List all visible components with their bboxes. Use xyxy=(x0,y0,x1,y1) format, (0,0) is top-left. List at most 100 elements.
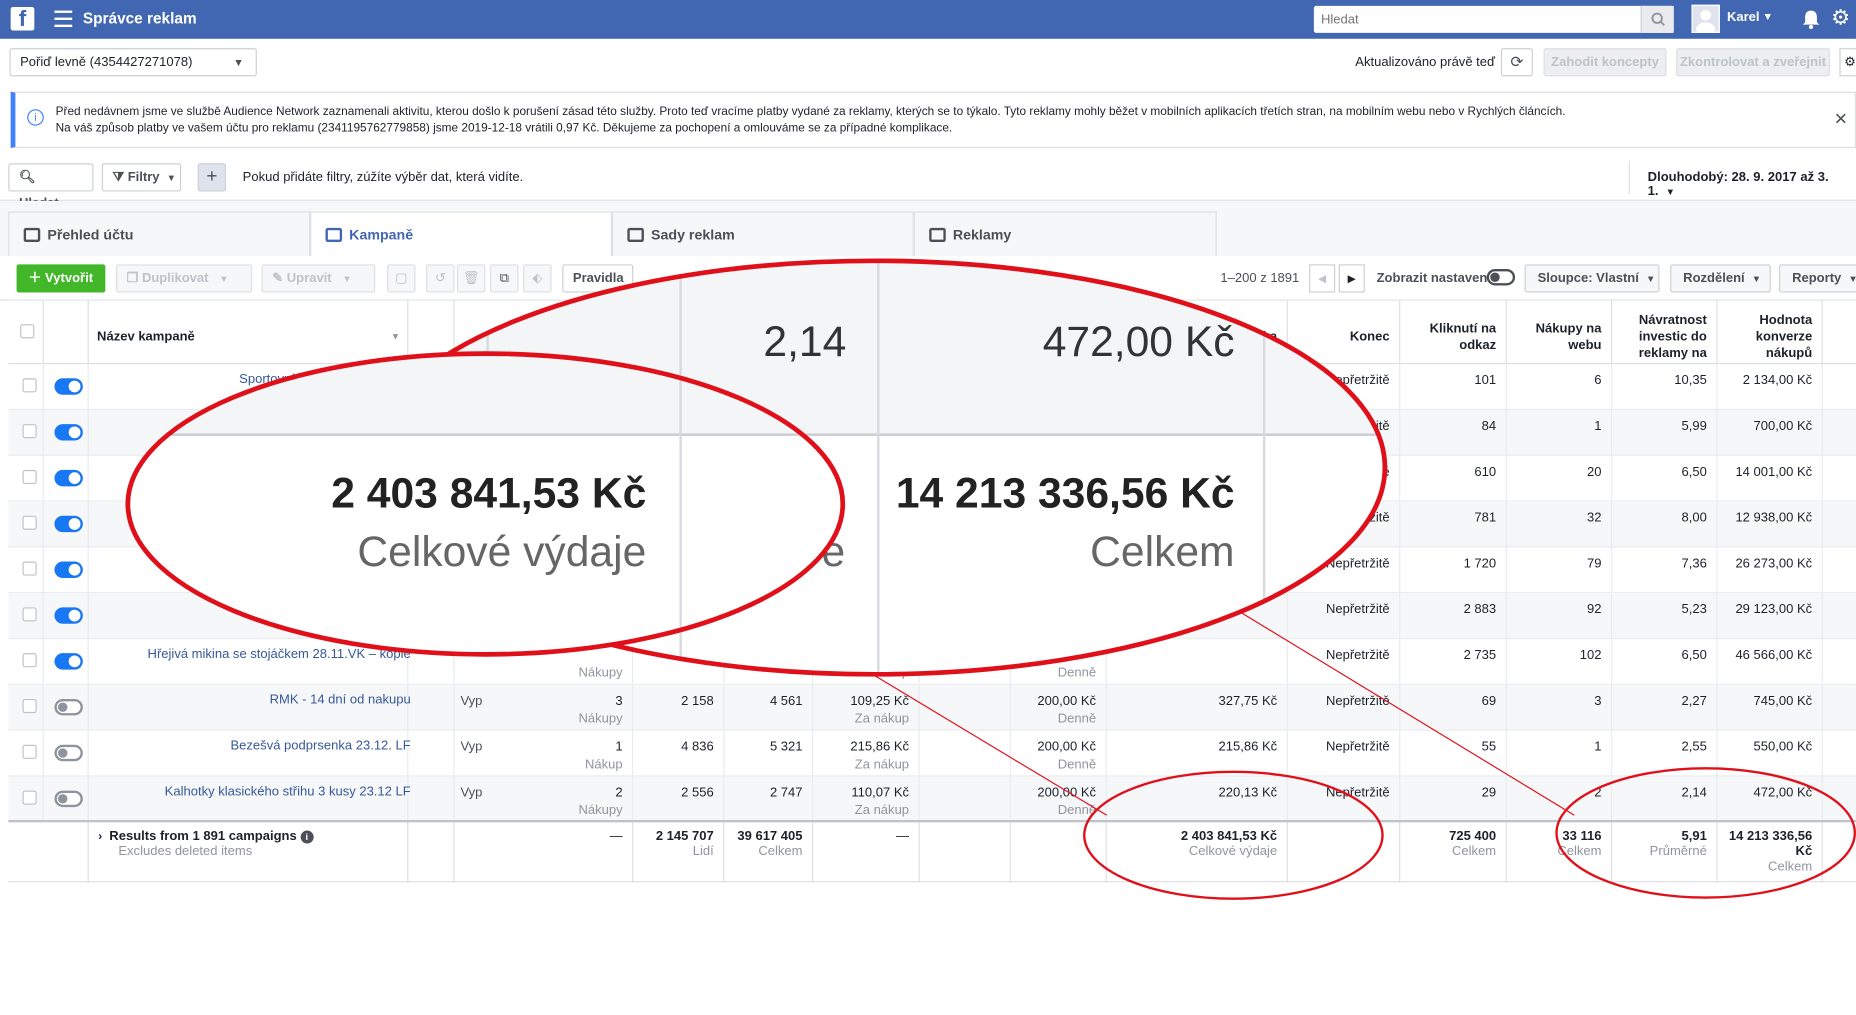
cell-spent: 220,13 Kč xyxy=(1107,776,1288,823)
campaign-name-link[interactable]: Sportovní podprsenka 2.1. LF xyxy=(97,371,411,389)
column-header-4[interactable] xyxy=(724,300,814,365)
campaign-toggle[interactable] xyxy=(54,790,83,808)
row-checkbox[interactable] xyxy=(22,424,37,439)
table-row[interactable]: RM Nepřetržitě 781 32 8,00 12 938,00 Kč xyxy=(8,501,1856,548)
table-row[interactable]: Kalhotky klasického střihu 3 kusy 23.12 … xyxy=(8,776,1856,823)
campaign-toggle[interactable] xyxy=(54,469,83,487)
trash-icon[interactable]: 🗑︎ xyxy=(456,264,486,293)
tab-campaigns[interactable]: Kampaně xyxy=(310,211,612,257)
campaign-toggle[interactable] xyxy=(54,515,83,533)
table-row[interactable]: Nosící mikina Nepřetržitě 84 1 5,99 700,00 Kč xyxy=(8,409,1856,456)
chevron-right-icon[interactable]: › xyxy=(98,831,102,844)
global-search-input[interactable] xyxy=(1313,5,1641,33)
campaign-name-link[interactable]: Kalhotky klasického střihu 3 kusy 23.12 … xyxy=(97,784,411,802)
row-checkbox[interactable] xyxy=(22,469,37,485)
settings-icon[interactable]: ⚙ xyxy=(1839,48,1856,77)
cell-spent: 327,75 Kč xyxy=(1107,684,1288,731)
column-header-3[interactable] xyxy=(633,300,725,365)
table-row[interactable]: Bezešvá podprsenka 23.12. LF Vyp 1 Nákup 4 8… xyxy=(8,730,1856,777)
table-row[interactable]: RMK - 14 dní od nakupu Vyp 3 Nákupy 2 158 4 5… xyxy=(8,684,1856,731)
column-header-1[interactable] xyxy=(408,300,455,365)
user-name[interactable]: Karel xyxy=(1727,11,1760,25)
campaign-toggle[interactable] xyxy=(54,607,83,624)
table-row[interactable]: Sportovní podprsenka 2.1. LF Nepřetržitě 1… xyxy=(8,364,1856,410)
gear-icon[interactable]: ⚙ xyxy=(1831,6,1850,31)
table-row[interactable]: Bezešvá podprsenka Nepřetržitě 2 883 92 5,23… xyxy=(8,593,1856,640)
column-header-clicks[interactable]: Kliknutí na odkaz xyxy=(1400,300,1507,365)
campaign-toggle[interactable] xyxy=(54,378,83,395)
account-select[interactable]: Pořiď levně (4354427271078) ▼ xyxy=(9,48,257,77)
rules-button[interactable]: Pravidla xyxy=(562,264,634,293)
tag-icon[interactable]: ⬖ xyxy=(523,264,552,293)
totals-spent: 2 403 841,53 Kč Celkové výdaje xyxy=(1107,822,1288,883)
discard-drafts-button[interactable]: Zahodit koncepty xyxy=(1543,48,1667,77)
row-checkbox[interactable] xyxy=(22,744,37,759)
totals-label-cell[interactable]: › Results from 1 891 campaigns i Excludes… xyxy=(89,822,409,883)
column-header-conversion-value[interactable]: Hodnota konverze nákupů xyxy=(1718,300,1823,365)
reports-button[interactable]: Reporty▼ xyxy=(1779,264,1856,293)
column-header-end[interactable]: Konec xyxy=(1288,300,1401,365)
undo-icon[interactable]: ↺ xyxy=(426,264,455,293)
column-header-5[interactable] xyxy=(813,300,920,365)
column-header-2[interactable] xyxy=(455,300,634,365)
close-icon[interactable]: ✕ xyxy=(1834,109,1848,129)
filters-button[interactable]: ⧩ Filtry ▼ xyxy=(101,163,182,192)
column-header-7[interactable] xyxy=(1011,300,1107,365)
campaign-name-link[interactable]: SEX xyxy=(97,463,411,481)
avatar[interactable] xyxy=(1691,4,1720,37)
facebook-logo-icon[interactable]: f xyxy=(10,7,35,32)
campaign-toggle[interactable] xyxy=(54,744,83,762)
row-checkbox[interactable] xyxy=(22,790,37,805)
tab-ad-sets[interactable]: Sady reklam xyxy=(611,211,914,257)
tab-account-overview[interactable]: Přehled účtu xyxy=(8,211,311,257)
columns-button[interactable]: Sloupce: Vlastní ▼ xyxy=(1524,264,1660,293)
table-row[interactable]: SEX Nepřetržitě 610 20 6,50 14 001,00 Kč xyxy=(8,455,1856,502)
column-header-roas[interactable]: Návratnost investic do reklamy na xyxy=(1612,300,1718,365)
column-header-name[interactable]: Název kampaně ▼ xyxy=(89,300,409,365)
refresh-button[interactable]: ⟳ xyxy=(1500,48,1533,77)
campaign-toggle[interactable] xyxy=(54,653,83,670)
clipboard-icon[interactable]: ▢ xyxy=(387,264,416,293)
cell-value: 4 561 xyxy=(769,694,803,709)
edit-button[interactable]: ✎ Upravit ▼ xyxy=(261,264,376,293)
chevron-down-icon[interactable]: ▼ xyxy=(1762,11,1773,23)
column-header-6[interactable] xyxy=(920,300,1011,365)
row-checkbox[interactable] xyxy=(22,607,37,622)
campaign-name-link[interactable]: Sporto xyxy=(97,554,410,572)
campaign-name-link[interactable]: RMK - 14 dní od nakupu xyxy=(97,692,411,710)
preview-icon[interactable]: ⧉ xyxy=(490,264,519,293)
campaign-name-link[interactable]: Bezešvá podprsenka 23.12. LF xyxy=(97,738,411,756)
column-header-amount[interactable]: Vyčerpaná částka xyxy=(1107,300,1288,365)
menu-icon[interactable] xyxy=(54,10,73,28)
table-row[interactable]: Sporto Nepřetržitě 1 720 79 7,36 26 273,00 Kč xyxy=(8,547,1856,594)
row-checkbox[interactable] xyxy=(22,698,37,714)
next-page-button[interactable]: ▶ xyxy=(1338,264,1365,293)
date-range-picker[interactable]: Dlouhodobý: 28. 9. 2017 až 3. 1. ▼ xyxy=(1628,160,1856,199)
create-button[interactable]: ＋ Vytvořit xyxy=(16,264,106,293)
search-filter-button[interactable]: 🔍︎ Hledat▼ xyxy=(8,163,94,210)
row-checkbox[interactable] xyxy=(22,515,37,530)
review-publish-button[interactable]: Zkontrolovat a zveřejnit xyxy=(1676,48,1830,77)
row-checkbox[interactable] xyxy=(22,378,37,393)
bell-icon[interactable] xyxy=(1802,8,1821,34)
table-row[interactable]: Hřejivá mikina se stojáčkem 28.11.VK – k… xyxy=(8,639,1856,685)
tab-ads[interactable]: Reklamy xyxy=(913,211,1217,257)
prev-page-button[interactable]: ◀ xyxy=(1309,264,1336,293)
campaign-toggle[interactable] xyxy=(54,698,83,716)
campaign-name-link[interactable]: RM xyxy=(97,509,410,527)
info-icon[interactable]: i xyxy=(300,830,314,844)
campaign-name-link[interactable]: Nosící mikina xyxy=(97,417,411,435)
show-settings-toggle[interactable] xyxy=(1486,269,1516,286)
column-header-purchases[interactable]: Nákupy na webu xyxy=(1507,300,1613,365)
breakdown-button[interactable]: Rozdělení ▼ xyxy=(1670,264,1771,293)
select-all-checkbox[interactable] xyxy=(20,324,35,339)
campaign-toggle[interactable] xyxy=(54,561,83,578)
duplicate-button[interactable]: ❐ Duplikovat ▼ xyxy=(115,264,253,293)
campaign-name-link[interactable]: Bezešvá podprsenka xyxy=(97,600,411,618)
campaign-name-link[interactable]: Hřejivá mikina se stojáčkem 28.11.VK – k… xyxy=(97,646,411,664)
add-filter-button[interactable]: + xyxy=(197,163,227,192)
row-checkbox[interactable] xyxy=(22,561,37,576)
row-checkbox[interactable] xyxy=(22,653,37,668)
campaign-toggle[interactable] xyxy=(54,424,83,441)
search-icon[interactable] xyxy=(1640,5,1674,33)
